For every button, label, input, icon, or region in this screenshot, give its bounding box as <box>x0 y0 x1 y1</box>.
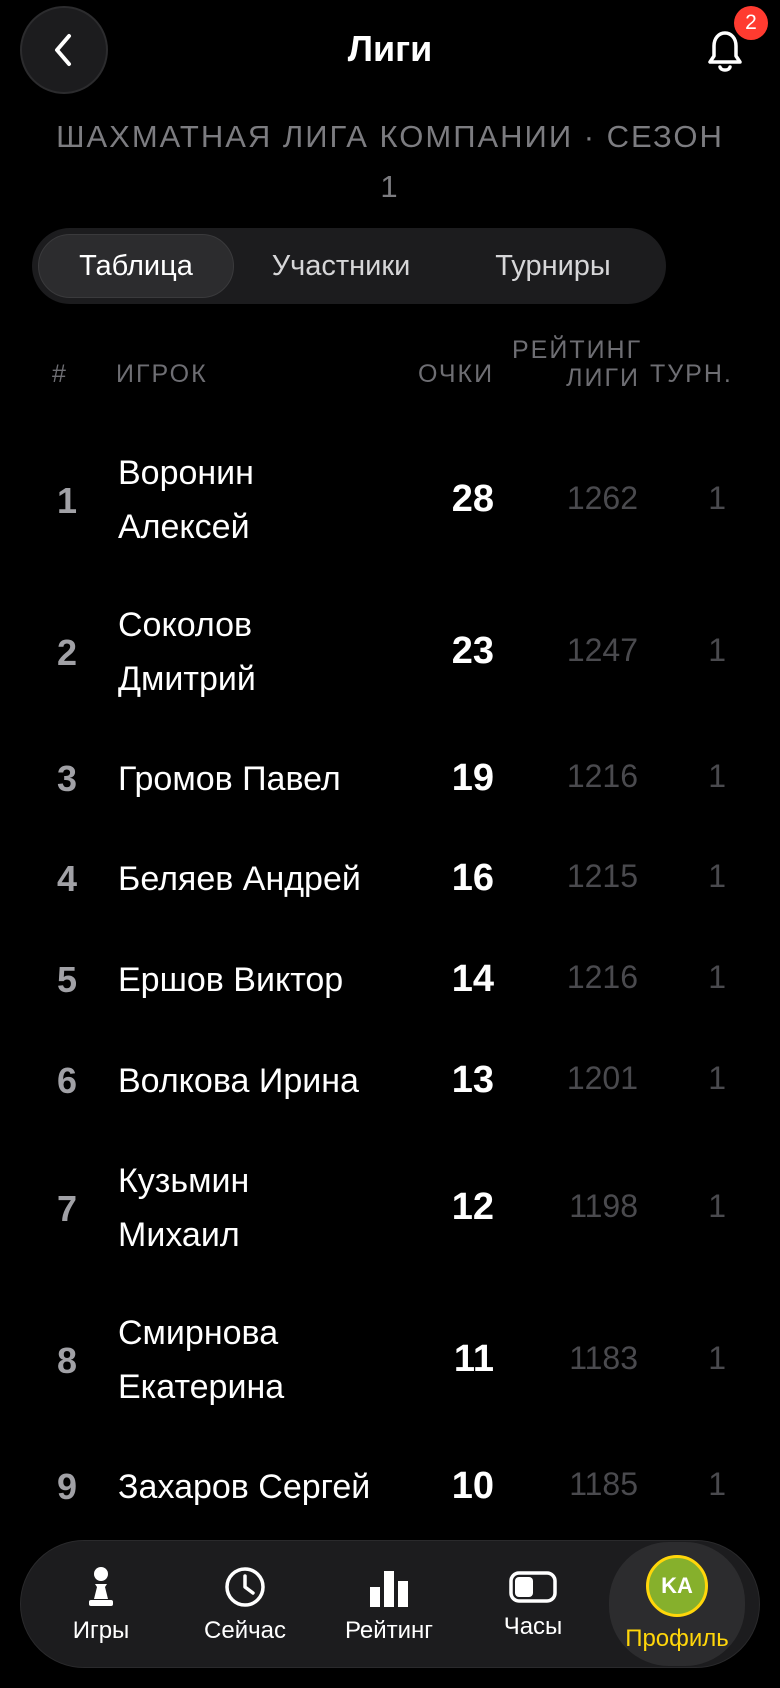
row-rank: 3 <box>56 758 78 799</box>
name-line-2: Алексей <box>118 508 250 546</box>
table-row[interactable]: 5 Ершов Виктор 14 1216 1 <box>0 953 780 1007</box>
table-row[interactable]: 6 Волкова Ирина 13 1201 1 <box>0 1054 780 1108</box>
chess-clock-icon <box>509 1571 557 1603</box>
row-tournaments: 1 <box>708 632 726 668</box>
col-rating-line2: ЛИГИ <box>566 364 640 392</box>
col-rating-line1: РЕЙТИНГ <box>512 336 643 364</box>
col-player: ИГРОК <box>116 360 208 388</box>
nav-label: Часы <box>503 1613 563 1640</box>
tab-participants[interactable]: Участники <box>234 234 448 298</box>
row-points: 28 <box>451 478 494 520</box>
name-line-2: Михаил <box>118 1216 240 1254</box>
row-points: 11 <box>453 1338 494 1380</box>
table-row[interactable]: 7 Кузьмин Михаил 12 1198 1 <box>0 1154 780 1262</box>
row-rating: 1215 <box>566 858 638 894</box>
row-tournaments: 1 <box>708 959 726 995</box>
row-points: 23 <box>451 630 494 672</box>
name-line-1: Соколов <box>118 606 253 644</box>
row-player-name: Воронин Алексей <box>118 446 418 554</box>
segmented-tabs: Таблица Участники Турниры <box>32 228 666 304</box>
tab-table[interactable]: Таблица <box>38 234 234 298</box>
row-tournaments: 1 <box>708 858 726 894</box>
table-row[interactable]: 9 Захаров Сергей 10 1185 1 <box>0 1460 780 1514</box>
table-row[interactable]: 3 Громов Павел 19 1216 1 <box>0 752 780 806</box>
col-rank: # <box>52 360 68 388</box>
nav-label: Сейчас <box>204 1617 286 1644</box>
row-points: 12 <box>451 1186 494 1228</box>
row-rank: 9 <box>56 1466 78 1507</box>
nav-games[interactable]: Игры <box>35 1541 167 1669</box>
row-player-name: Смирнова Екатерина <box>118 1306 418 1414</box>
row-points: 14 <box>451 958 494 1000</box>
row-tournaments: 1 <box>708 480 726 516</box>
table-row[interactable]: 2 Соколов Дмитрий 23 1247 1 <box>0 598 780 706</box>
row-rank: 5 <box>56 959 78 1000</box>
table-row[interactable]: 4 Беляев Андрей 16 1215 1 <box>0 852 780 906</box>
row-player-name: Соколов Дмитрий <box>118 598 418 706</box>
subtitle-line-1: ШАХМАТНАЯ ЛИГА КОМПАНИИ · СЕЗОН <box>56 119 724 154</box>
row-tournaments: 1 <box>708 1466 726 1502</box>
row-rating: 1201 <box>566 1060 638 1096</box>
row-rating: 1216 <box>566 959 638 995</box>
nav-rating[interactable]: Рейтинг <box>323 1541 455 1669</box>
subtitle-line-2: 1 <box>380 169 400 204</box>
tab-tournaments[interactable]: Турниры <box>448 234 658 298</box>
row-player-name: Ершов Виктор <box>118 961 344 999</box>
row-player-name: Волкова Ирина <box>118 1062 359 1100</box>
page-title: Лиги <box>347 28 433 69</box>
bar-chart-icon <box>370 1571 408 1607</box>
row-rank: 7 <box>56 1188 78 1229</box>
nav-now[interactable]: Сейчас <box>179 1541 311 1669</box>
row-rating: 1185 <box>569 1466 638 1502</box>
pawn-icon <box>89 1567 113 1606</box>
row-rank: 4 <box>56 858 78 899</box>
row-rank: 6 <box>56 1060 78 1101</box>
row-rank: 2 <box>56 632 78 673</box>
name-line-1: Воронин <box>118 454 254 492</box>
nav-label: Рейтинг <box>344 1617 434 1644</box>
nav-label: Профиль <box>625 1625 729 1652</box>
row-tournaments: 1 <box>708 1188 726 1224</box>
name-line-1: Смирнова <box>118 1314 279 1352</box>
nav-profile[interactable]: KA Профиль <box>609 1542 745 1666</box>
nav-label: Игры <box>72 1617 130 1644</box>
row-rating: 1198 <box>569 1188 638 1224</box>
row-tournaments: 1 <box>708 1060 726 1096</box>
row-points: 13 <box>451 1059 494 1101</box>
row-rank: 8 <box>56 1340 78 1381</box>
notification-badge: 2 <box>734 6 768 40</box>
row-rating: 1216 <box>566 758 638 794</box>
nav-clocks[interactable]: Часы <box>467 1541 599 1669</box>
row-points: 16 <box>451 857 494 899</box>
col-tournaments: ТУРН. <box>650 360 733 388</box>
clock-icon <box>225 1567 265 1607</box>
row-points: 19 <box>451 757 494 799</box>
row-rating: 1262 <box>566 480 638 516</box>
row-tournaments: 1 <box>708 758 726 794</box>
table-row[interactable]: 1 Воронин Алексей 28 1262 1 <box>0 446 780 554</box>
name-line-1: Кузьмин <box>118 1162 250 1200</box>
avatar: KA <box>646 1555 708 1617</box>
name-line-2: Екатерина <box>118 1368 285 1406</box>
league-subtitle: ШАХМАТНАЯ ЛИГА КОМПАНИИ · СЕЗОН 1 <box>40 112 740 212</box>
row-rating: 1247 <box>566 632 638 668</box>
row-points: 10 <box>451 1465 494 1507</box>
row-player-name: Захаров Сергей <box>118 1468 371 1506</box>
col-points: ОЧКИ <box>418 360 495 388</box>
row-rating: 1183 <box>569 1340 638 1376</box>
row-player-name: Громов Павел <box>118 760 341 798</box>
header: Лиги 2 <box>0 0 780 110</box>
row-player-name: Беляев Андрей <box>118 860 361 898</box>
table-header: # ИГРОК ОЧКИ РЕЙТИНГ ЛИГИ ТУРН. <box>0 336 780 410</box>
name-line-2: Дмитрий <box>118 660 256 698</box>
row-player-name: Кузьмин Михаил <box>118 1154 418 1262</box>
table-row[interactable]: 8 Смирнова Екатерина 11 1183 1 <box>0 1306 780 1414</box>
bottom-nav: Игры Сейчас Рейтинг Часы KA Профиль <box>20 1540 760 1668</box>
row-tournaments: 1 <box>708 1340 726 1376</box>
row-rank: 1 <box>56 480 78 521</box>
